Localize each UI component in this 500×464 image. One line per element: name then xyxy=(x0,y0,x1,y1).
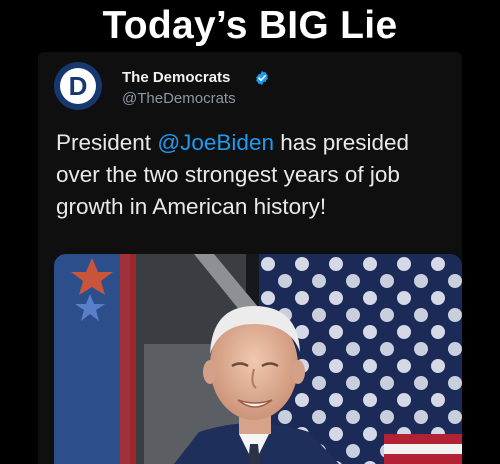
account-display-name[interactable]: The Democrats xyxy=(122,69,230,86)
account-handle[interactable]: @TheDemocrats xyxy=(122,90,236,107)
photo-joe-biden-flag-background xyxy=(54,254,462,464)
meme-title: Today’s BIG Lie xyxy=(102,4,398,47)
account-avatar[interactable]: D xyxy=(54,62,102,110)
tweet-text: President @JoeBiden has presided over th… xyxy=(56,130,410,219)
democrats-logo-icon: D xyxy=(60,68,96,104)
tweet-media-photo[interactable] xyxy=(54,254,462,464)
mention-link[interactable]: @JoeBiden xyxy=(157,130,274,155)
verified-badge-icon xyxy=(256,71,268,85)
